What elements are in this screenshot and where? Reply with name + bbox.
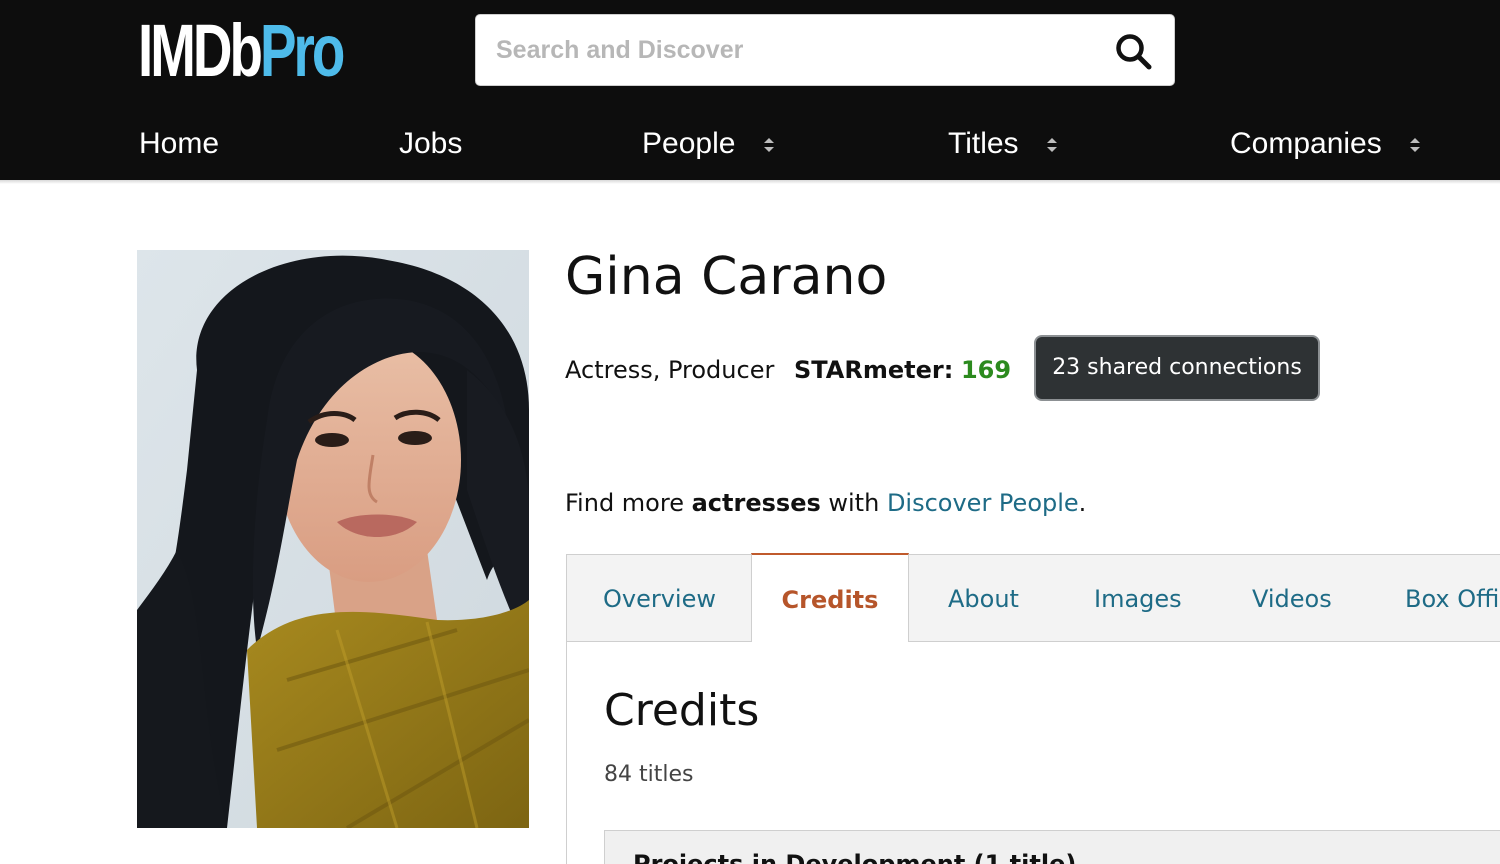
sort-arrows-icon — [763, 138, 774, 153]
search-icon[interactable] — [1114, 32, 1154, 72]
search-input[interactable] — [496, 15, 1096, 85]
nav-home-label: Home — [139, 127, 220, 160]
discover-suffix: . — [1078, 489, 1087, 517]
nav-titles[interactable]: Titles — [948, 126, 1059, 162]
person-roles: Actress, Producer — [565, 356, 775, 384]
credits-heading: Credits — [604, 685, 760, 736]
section-title: Projects in Development (1 title) — [633, 850, 1077, 864]
nav-people[interactable]: People — [642, 126, 776, 162]
shared-connections-button[interactable]: 23 shared connections — [1034, 335, 1320, 401]
starmeter-label: STARmeter: — [794, 356, 954, 384]
nav-home[interactable]: Home — [139, 126, 219, 162]
sort-arrows-icon — [1046, 138, 1057, 153]
credits-count: 84 titles — [604, 762, 694, 787]
logo-pro-text: Pro — [259, 9, 345, 92]
discover-bold: actresses — [691, 489, 821, 517]
tab-overview[interactable]: Overview — [603, 554, 716, 642]
nav-jobs-label: Jobs — [399, 127, 463, 160]
credits-panel: Credits 84 titles Projects in Developmen… — [566, 641, 1500, 864]
person-name: Gina Carano — [565, 247, 888, 307]
tab-about[interactable]: About — [948, 554, 1019, 642]
discover-middle: with — [820, 489, 887, 517]
discover-prompt: Find more actresses with Discover People… — [565, 484, 1086, 522]
profile-meta: Actress, Producer STARmeter: 169 — [565, 350, 1011, 390]
main-nav: Home Jobs People Titles Companies — [0, 108, 1500, 180]
discover-people-link[interactable]: Discover People — [887, 489, 1079, 517]
logo-imdb-text: IMDb — [138, 9, 263, 92]
nav-titles-label: Titles — [948, 127, 1019, 160]
discover-prefix: Find more — [565, 489, 692, 517]
tab-box-office[interactable]: Box Offi — [1405, 554, 1499, 642]
header-shadow — [0, 180, 1500, 184]
nav-companies-label: Companies — [1230, 127, 1382, 160]
search-box — [475, 14, 1175, 86]
top-navigation-bar: IMDbPro Home Jobs People Titles Comp — [0, 0, 1500, 180]
nav-companies[interactable]: Companies — [1230, 126, 1422, 162]
profile-photo[interactable] — [137, 250, 529, 828]
projects-in-development-section[interactable]: Projects in Development (1 title) — [604, 830, 1500, 864]
tab-videos[interactable]: Videos — [1252, 554, 1332, 642]
profile-tabs: Overview Credits About Images Videos Box… — [566, 553, 1500, 642]
starmeter-value: 169 — [960, 356, 1012, 384]
portrait-image — [137, 250, 529, 828]
tab-images[interactable]: Images — [1094, 554, 1182, 642]
nav-people-label: People — [642, 127, 736, 160]
sort-arrows-icon — [1410, 138, 1421, 153]
starmeter[interactable]: STARmeter: 169 — [794, 350, 1011, 390]
tab-credits[interactable]: Credits — [751, 553, 909, 642]
nav-jobs[interactable]: Jobs — [399, 126, 462, 162]
imdbpro-logo[interactable]: IMDbPro — [138, 14, 345, 88]
